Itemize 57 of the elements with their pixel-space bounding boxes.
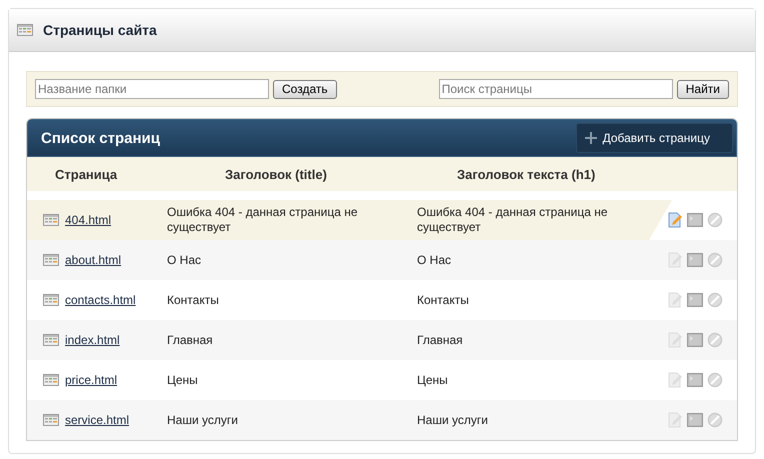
- page-icon: [17, 24, 33, 36]
- page-link[interactable]: price.html: [65, 373, 118, 387]
- terminal-icon[interactable]: [687, 253, 703, 267]
- page-icon: [43, 214, 59, 226]
- search-field[interactable]: Поиск страницы: [438, 79, 673, 99]
- table-cell-text: Наши услуги: [167, 412, 239, 428]
- page-link[interactable]: index.html: [65, 333, 120, 347]
- table-row[interactable]: index.html Главная Главная: [27, 320, 737, 360]
- column-header: Страница: [54, 166, 118, 182]
- terminal-icon[interactable]: [687, 333, 703, 347]
- block-icon[interactable]: [707, 332, 723, 348]
- page-icon: [43, 374, 59, 386]
- create-button[interactable]: Создать: [273, 80, 337, 98]
- block-icon[interactable]: [707, 292, 723, 308]
- page-icon: [43, 254, 59, 266]
- column-header: Заголовок (title): [224, 166, 328, 182]
- edit-icon[interactable]: [667, 212, 683, 228]
- terminal-icon[interactable]: [687, 293, 703, 307]
- edit-icon[interactable]: [667, 292, 683, 308]
- terminal-icon[interactable]: [687, 213, 703, 227]
- page-icon: [43, 294, 59, 306]
- search-button[interactable]: Найти: [676, 80, 729, 98]
- table-row[interactable]: service.html Наши услуги Наши услуги: [27, 400, 737, 440]
- table-cell-text: Контакты: [417, 292, 470, 308]
- block-icon[interactable]: [707, 212, 723, 228]
- page-link[interactable]: about.html: [65, 253, 122, 267]
- page-icon: [43, 334, 59, 346]
- block-icon[interactable]: [707, 252, 723, 268]
- edit-icon[interactable]: [667, 252, 683, 268]
- table-cell-text: Главная: [417, 332, 464, 348]
- block-icon[interactable]: [707, 412, 723, 428]
- page-link[interactable]: service.html: [65, 413, 130, 427]
- page-icon: [43, 414, 59, 426]
- edit-icon[interactable]: [667, 372, 683, 388]
- table-cell-text: О Нас: [167, 252, 202, 268]
- list-title: Список страниц: [41, 130, 160, 146]
- panel-title: Страницы сайта: [43, 22, 157, 38]
- table-cell-text: О Нас: [417, 252, 452, 268]
- terminal-icon[interactable]: [687, 373, 703, 387]
- add-page-button[interactable]: Добавить страницу: [576, 123, 733, 153]
- edit-icon[interactable]: [667, 332, 683, 348]
- terminal-icon[interactable]: [687, 413, 703, 427]
- column-header: Заголовок текста (h1): [456, 166, 596, 182]
- table-cell-text: Наши услуги: [417, 412, 489, 428]
- table-cell-text: Главная: [167, 332, 214, 348]
- block-icon[interactable]: [707, 372, 723, 388]
- table-cell-text: Контакты: [167, 292, 220, 308]
- table-cell-text: Цены: [167, 372, 199, 388]
- table-cell-text: Ошибка 404 - данная страница не существует: [417, 205, 609, 235]
- folder-name-field[interactable]: Название папки: [35, 79, 269, 99]
- page-link[interactable]: 404.html: [65, 213, 112, 227]
- table-cell-text: Ошибка 404 - данная страница не существует: [167, 205, 359, 235]
- table-cell-text: Цены: [417, 372, 449, 388]
- page-link[interactable]: contacts.html: [65, 293, 136, 307]
- table-row[interactable]: about.html О Нас О Нас: [27, 240, 737, 280]
- plus-icon: [584, 132, 597, 144]
- edit-icon[interactable]: [667, 412, 683, 428]
